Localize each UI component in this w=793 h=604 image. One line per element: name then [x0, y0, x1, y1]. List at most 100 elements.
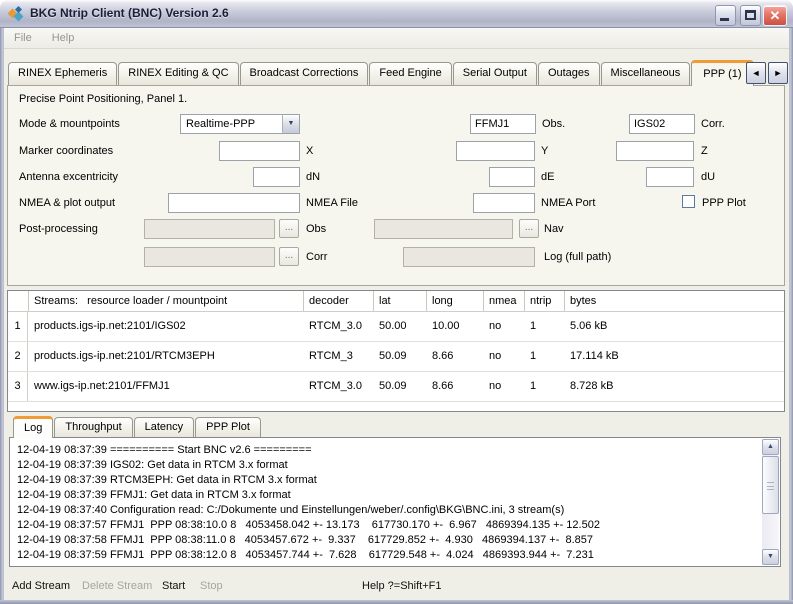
tab-broadcast-corrections[interactable]: Broadcast Corrections — [240, 62, 369, 85]
title-bar[interactable]: BKG Ntrip Client (BNC) Version 2.6 ✕ — [0, 0, 793, 28]
post-obs-label: Obs — [306, 223, 326, 236]
header-mountpoint: Streams: resource loader / mountpoint — [28, 291, 303, 311]
tab-scroll-left-button[interactable]: ◄ — [746, 62, 766, 84]
menu-bar: File Help — [4, 28, 789, 49]
antenna-excentricity-label: Antenna excentricity — [19, 171, 118, 184]
window-border-left — [0, 28, 4, 604]
log-line: 12-04-19 08:37:39 RTCM3EPH: Get data in … — [17, 473, 758, 488]
window-border-right — [789, 28, 793, 604]
log-line: 12-04-19 08:37:58 FFMJ1 PPP 08:38:11.0 8… — [17, 533, 758, 548]
obs-label: Obs. — [542, 118, 565, 131]
log-output[interactable]: 12-04-19 08:37:39 ========== Start BNC v… — [9, 437, 781, 567]
tab-ppp-1[interactable]: PPP (1) — [691, 60, 753, 86]
obs-mountpoint-field[interactable]: FFMJ1 — [470, 114, 536, 134]
scroll-up-icon: ▲ — [767, 443, 774, 450]
log-scrollbar[interactable]: ▲ ▼ — [762, 439, 779, 565]
post-obs-browse-button[interactable]: ... — [279, 219, 299, 238]
main-tab-bar: RINEX Ephemeris RINEX Editing & QC Broad… — [8, 60, 755, 86]
post-log-path-field — [403, 247, 535, 267]
nmea-port-label: NMEA Port — [541, 197, 595, 210]
scroll-down-button[interactable]: ▼ — [762, 549, 779, 565]
post-nav-path-field — [374, 219, 513, 239]
tab-ppp-plot[interactable]: PPP Plot — [195, 417, 261, 437]
nmea-file-field[interactable] — [168, 193, 300, 213]
dn-label: dN — [306, 171, 320, 184]
post-nav-label: Nav — [544, 223, 564, 236]
log-line: 12-04-19 08:37:39 ========== Start BNC v… — [17, 443, 758, 458]
minimize-icon — [720, 18, 729, 21]
marker-x-field[interactable] — [219, 141, 300, 161]
app-icon — [8, 6, 24, 22]
mode-select[interactable]: Realtime-PPP ▼ — [180, 114, 300, 134]
table-row[interactable]: 1 products.igs-ip.net:2101/IGS02 RTCM_3.… — [8, 312, 784, 342]
antenna-du-field[interactable] — [646, 167, 694, 187]
tab-scroll-left-icon: ◄ — [752, 68, 761, 78]
log-line: 12-04-19 08:37:59 FFMJ1 PPP 08:38:12.0 8… — [17, 548, 758, 563]
header-long: long — [426, 291, 483, 311]
log-line: 12-04-19 08:37:39 IGS02: Get data in RTC… — [17, 458, 758, 473]
header-lat: lat — [373, 291, 426, 311]
scroll-up-button[interactable]: ▲ — [762, 439, 779, 455]
tab-miscellaneous[interactable]: Miscellaneous — [601, 62, 691, 85]
marker-y-field[interactable] — [456, 141, 535, 161]
minimize-button[interactable] — [715, 5, 736, 26]
marker-z-field[interactable] — [616, 141, 694, 161]
x-label: X — [306, 145, 313, 158]
tab-log[interactable]: Log — [13, 416, 53, 438]
help-button[interactable]: Help ?=Shift+F1 — [362, 578, 442, 594]
tab-outages[interactable]: Outages — [538, 62, 600, 85]
ppp-plot-label: PPP Plot — [702, 197, 746, 210]
start-button[interactable]: Start — [162, 578, 185, 594]
post-processing-label: Post-processing — [19, 223, 98, 236]
tab-latency[interactable]: Latency — [134, 417, 195, 437]
tab-rinex-editing-qc[interactable]: RINEX Editing & QC — [118, 62, 238, 85]
maximize-button[interactable] — [740, 5, 761, 26]
nmea-plot-output-label: NMEA & plot output — [19, 197, 115, 210]
tab-serial-output[interactable]: Serial Output — [453, 62, 537, 85]
maximize-icon — [745, 10, 756, 20]
tab-throughput[interactable]: Throughput — [54, 417, 132, 437]
table-row[interactable]: 3 www.igs-ip.net:2101/FFMJ1 RTCM_3.0 50.… — [8, 372, 784, 402]
nmea-port-field[interactable] — [473, 193, 535, 213]
y-label: Y — [541, 145, 548, 158]
mode-mountpoints-label: Mode & mountpoints — [19, 118, 120, 131]
ppp-panel: Precise Point Positioning, Panel 1. Mode… — [7, 85, 785, 286]
log-text: 12-04-19 08:37:39 ========== Start BNC v… — [17, 443, 758, 564]
marker-coordinates-label: Marker coordinates — [19, 145, 113, 158]
menu-file[interactable]: File — [4, 28, 42, 48]
z-label: Z — [701, 145, 708, 158]
post-corr-browse-button[interactable]: ... — [279, 247, 299, 266]
table-row[interactable]: 2 products.igs-ip.net:2101/RTCM3EPH RTCM… — [8, 342, 784, 372]
ppp-plot-checkbox[interactable] — [682, 195, 695, 208]
header-bytes: bytes — [564, 291, 784, 311]
post-obs-path-field — [144, 219, 275, 239]
tab-feed-engine[interactable]: Feed Engine — [369, 62, 451, 85]
post-log-label: Log (full path) — [544, 251, 611, 264]
post-nav-browse-button[interactable]: ... — [519, 219, 539, 238]
streams-table-header: Streams: resource loader / mountpoint de… — [8, 291, 784, 312]
antenna-dn-field[interactable] — [253, 167, 300, 187]
mode-select-value: Realtime-PPP — [186, 118, 255, 130]
log-line: 12-04-19 08:37:57 FFMJ1 PPP 08:38:10.0 8… — [17, 518, 758, 533]
menu-help[interactable]: Help — [42, 28, 85, 48]
log-line: 12-04-19 08:37:39 FFMJ1: Get data in RTC… — [17, 488, 758, 503]
mode-select-dropdown-button[interactable]: ▼ — [282, 115, 299, 133]
window-title: BKG Ntrip Client (BNC) Version 2.6 — [30, 0, 229, 27]
add-stream-button[interactable]: Add Stream — [12, 578, 70, 594]
streams-table: Streams: resource loader / mountpoint de… — [7, 290, 785, 412]
corr-mountpoint-field[interactable]: IGS02 — [629, 114, 695, 134]
tab-rinex-ephemeris[interactable]: RINEX Ephemeris — [8, 62, 117, 85]
bnc-window: BKG Ntrip Client (BNC) Version 2.6 ✕ Fil… — [0, 0, 793, 604]
stop-button: Stop — [200, 578, 223, 594]
scrollbar-thumb[interactable] — [762, 456, 779, 514]
scrollbar-grip-icon — [767, 482, 774, 490]
post-corr-path-field — [144, 247, 275, 267]
scroll-down-icon: ▼ — [767, 553, 774, 560]
tab-scroll-right-button[interactable]: ► — [768, 62, 788, 84]
close-button[interactable]: ✕ — [763, 5, 787, 26]
tab-scroll-right-icon: ► — [774, 68, 783, 78]
window-border-bottom — [0, 600, 793, 604]
header-num-column — [8, 291, 28, 311]
antenna-de-field[interactable] — [489, 167, 535, 187]
post-corr-label: Corr — [306, 251, 327, 264]
